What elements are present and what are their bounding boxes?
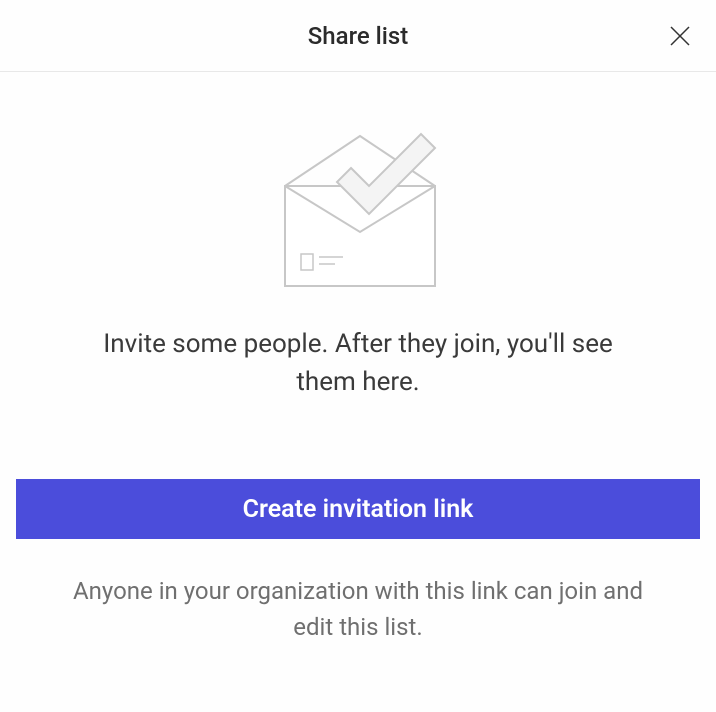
- dialog-header: Share list: [0, 0, 716, 72]
- envelope-checkmark-illustration: [263, 114, 453, 298]
- invite-message: Invite some people. After they join, you…: [58, 326, 658, 401]
- dialog-content: Invite some people. After they join, you…: [0, 72, 716, 712]
- dialog-title: Share list: [308, 22, 408, 50]
- create-invitation-link-button[interactable]: Create invitation link: [16, 479, 700, 539]
- close-icon: [669, 25, 691, 47]
- helper-text: Anyone in your organization with this li…: [38, 573, 678, 645]
- close-button[interactable]: [664, 20, 696, 52]
- share-list-dialog: Share list: [0, 0, 716, 712]
